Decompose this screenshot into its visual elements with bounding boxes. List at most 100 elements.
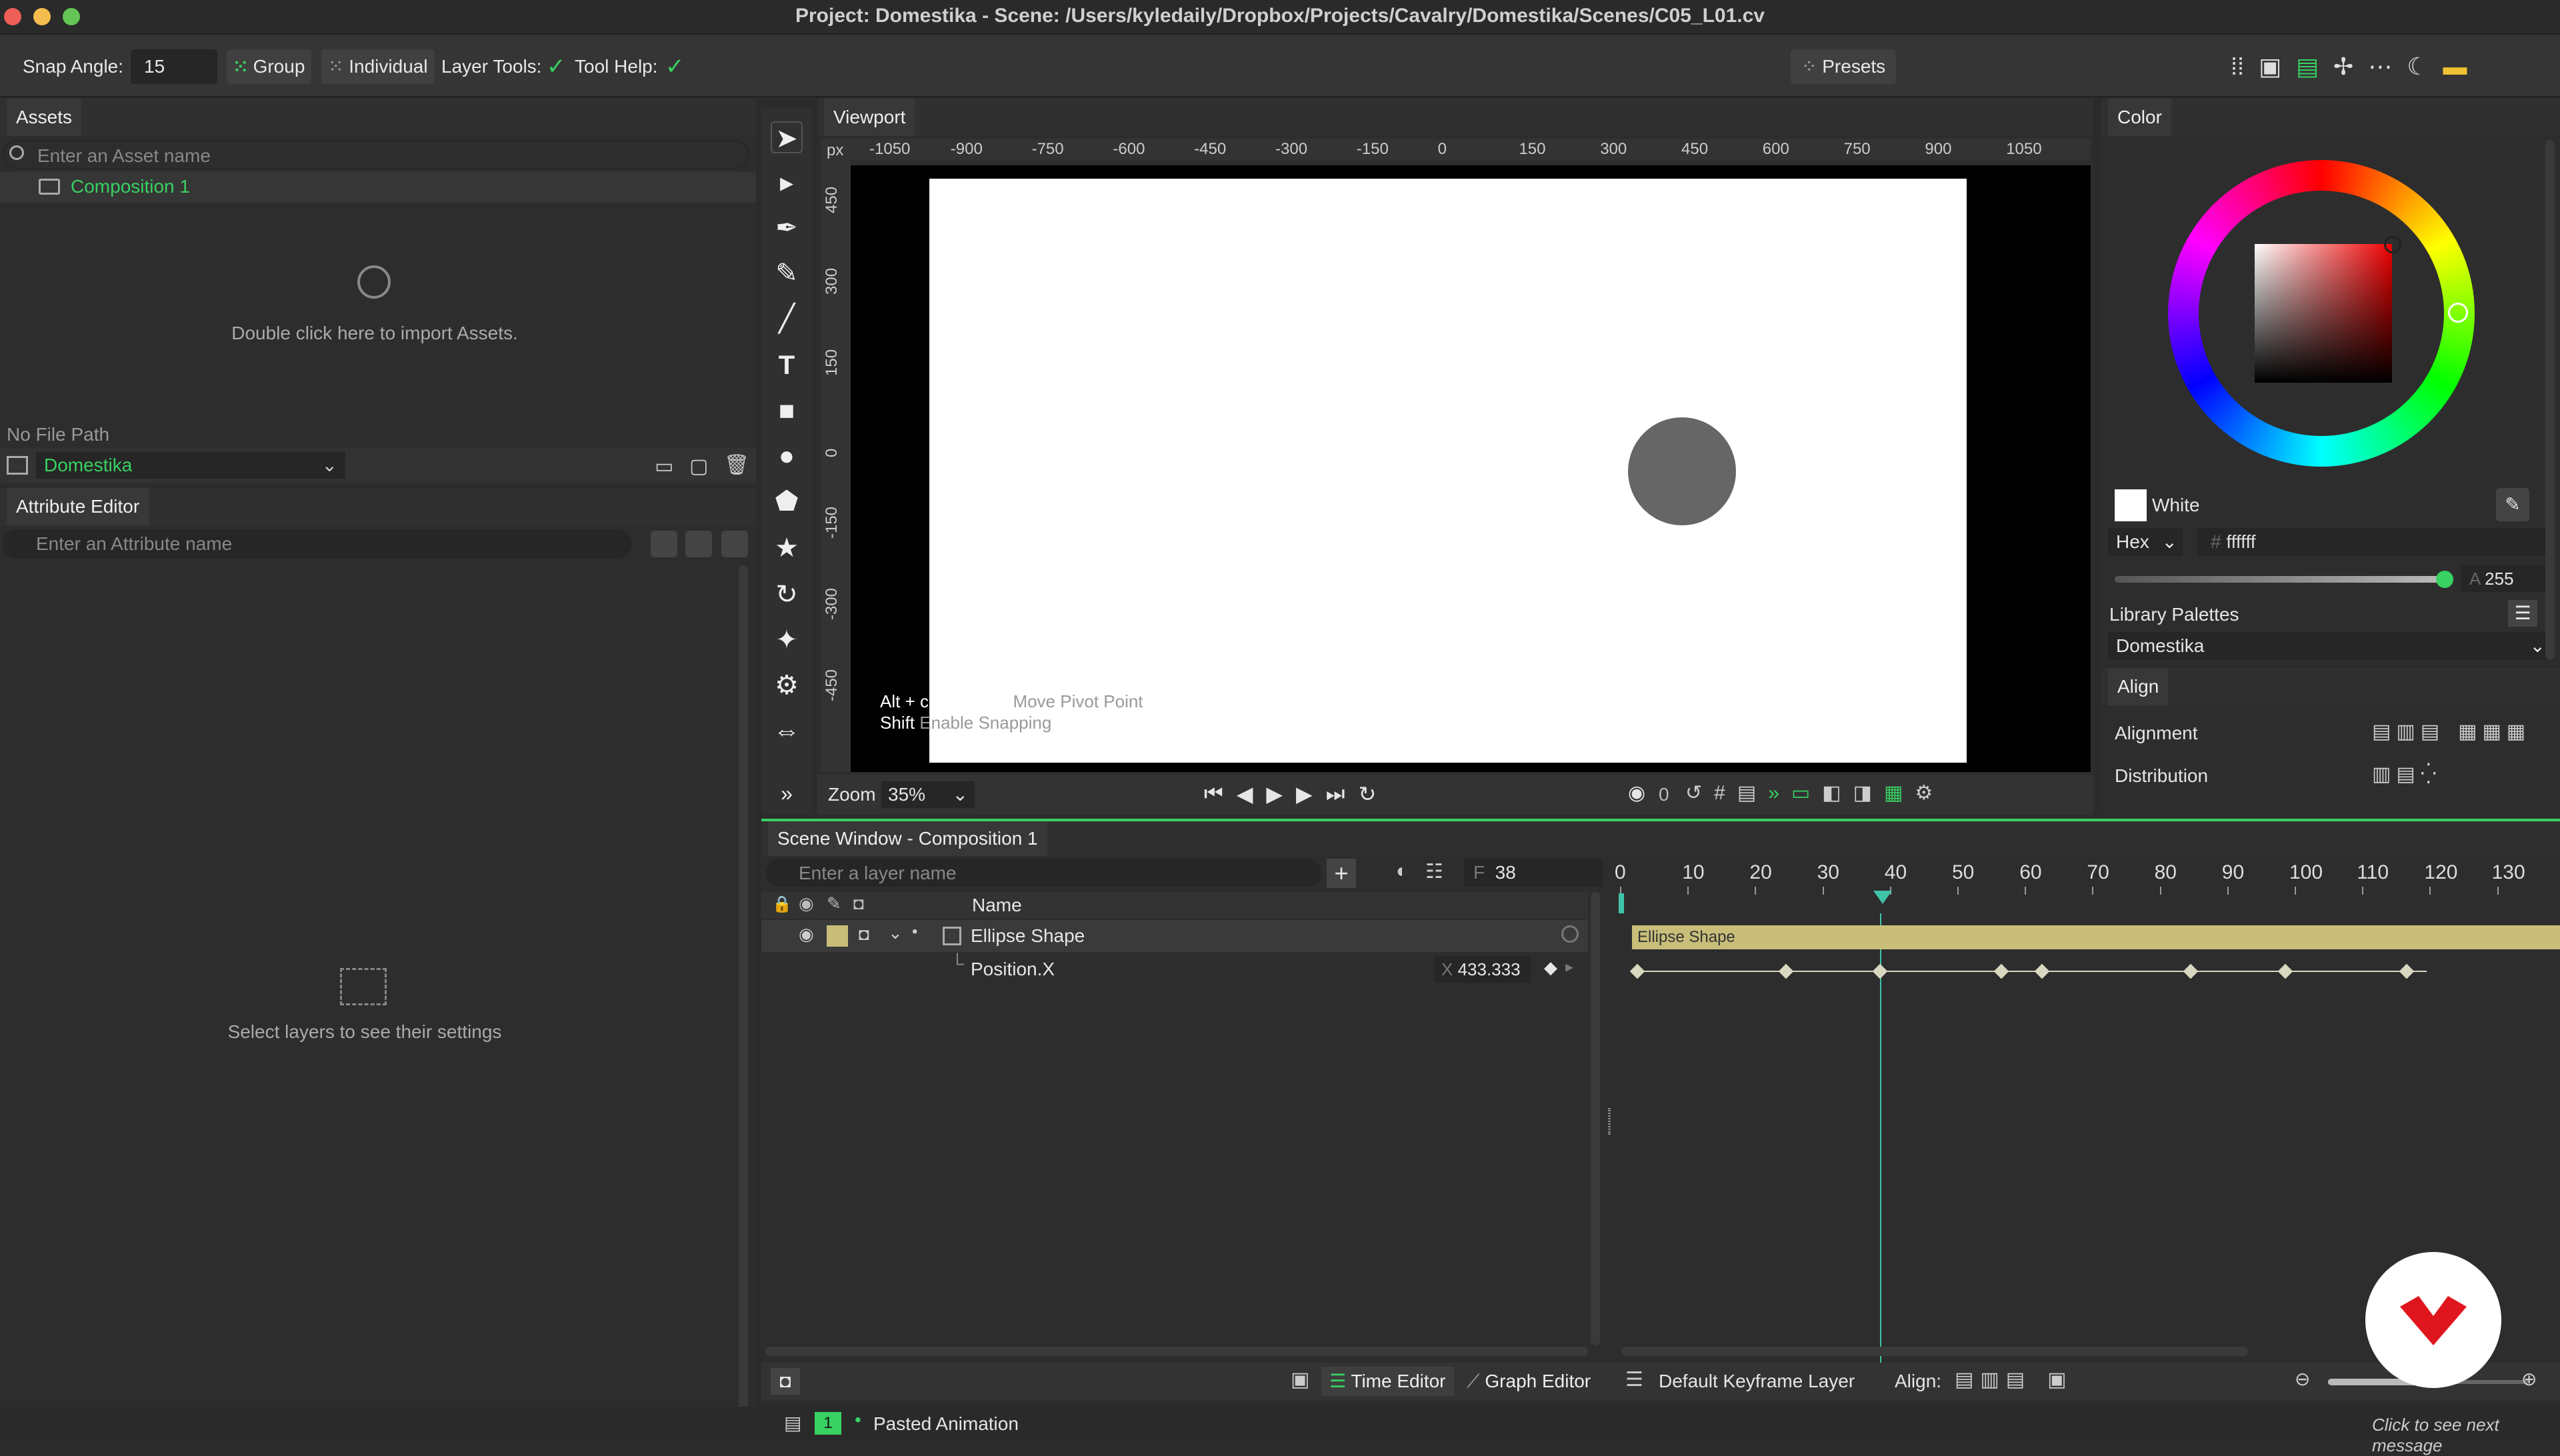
attribute-row[interactable]: └ Position.X X 433.333 ◆ ▸ xyxy=(761,953,1588,985)
asset-row[interactable]: Composition 1 xyxy=(0,172,756,203)
align-left-icon[interactable]: ▤ xyxy=(2296,49,2319,84)
keyframe[interactable] xyxy=(2183,963,2199,979)
align-left-edge-icon[interactable]: ▤ xyxy=(2372,720,2391,743)
distribute-scatter-icon[interactable]: ⁛ xyxy=(2421,763,2437,786)
color-scrollbar[interactable] xyxy=(2545,140,2555,660)
attribute-pick-button[interactable] xyxy=(651,531,677,557)
layer-search-input[interactable]: Enter a layer name xyxy=(765,859,1321,887)
group-toggle[interactable]: ⁙ Group xyxy=(227,49,312,84)
snap-angle-input[interactable]: 15 xyxy=(131,49,217,84)
overlay-icon[interactable]: ◧ xyxy=(1822,781,1841,805)
palette-select[interactable]: Domestika ⌄ xyxy=(2108,632,2553,660)
resize-tool-icon[interactable]: ⇔ xyxy=(771,715,803,747)
step-forward-icon[interactable]: ▶ xyxy=(1296,781,1313,807)
zoom-out-icon[interactable]: ⊖ xyxy=(2295,1368,2310,1390)
close-window-button[interactable] xyxy=(4,8,21,25)
fast-forward-icon[interactable]: » xyxy=(1768,782,1779,805)
saturation-handle[interactable] xyxy=(2384,236,2401,253)
grid-icon[interactable]: # xyxy=(1714,782,1725,805)
grid-dots-icon[interactable]: ⁞⁞ xyxy=(2231,49,2244,84)
text-tool-icon[interactable]: T xyxy=(771,349,803,381)
align-top-icon[interactable]: ▦ xyxy=(2458,720,2477,743)
alpha-handle[interactable] xyxy=(2436,571,2453,588)
frame-icon[interactable]: ▣ xyxy=(2259,49,2281,84)
layer-clip[interactable]: Ellipse Shape xyxy=(1632,925,2560,949)
keyframe[interactable] xyxy=(2034,963,2050,979)
color-swatch[interactable] xyxy=(2115,489,2147,521)
keyframe[interactable] xyxy=(1778,963,1793,979)
attribute-editor-tab[interactable]: Attribute Editor xyxy=(7,488,149,525)
ellipse-shape[interactable] xyxy=(1628,417,1736,525)
kf-fit-icon[interactable]: ▣ xyxy=(2047,1368,2066,1391)
rectangle-tool-icon[interactable]: ■ xyxy=(771,395,803,427)
attribute-value-input[interactable]: X 433.333 xyxy=(1435,956,1531,983)
bar-icon[interactable]: ▬ xyxy=(2443,49,2467,84)
play-icon[interactable]: ▶ xyxy=(1266,781,1283,807)
layout-icon[interactable]: ▤ xyxy=(1737,781,1756,805)
work-area-start[interactable] xyxy=(1619,893,1624,913)
frame-input[interactable]: F 38 xyxy=(1464,859,1603,887)
expand-tools-icon[interactable]: » xyxy=(771,777,803,809)
alpha-slider[interactable] xyxy=(2115,571,2453,588)
minimize-window-button[interactable] xyxy=(33,8,51,25)
layer-render-icon[interactable]: ◘ xyxy=(859,924,869,945)
zoom-select[interactable]: 35% ⌄ xyxy=(881,781,975,808)
hue-wheel[interactable] xyxy=(2168,160,2475,467)
align-v-center-icon[interactable]: ▦ xyxy=(2482,720,2501,743)
motion-icon[interactable]: ↺ xyxy=(1685,781,1702,805)
align-h-center-icon[interactable]: ▥ xyxy=(2396,720,2415,743)
viewport-settings-icon[interactable]: ⚙ xyxy=(1915,781,1933,805)
tool-help-checkbox[interactable]: ✓ xyxy=(665,49,685,84)
palette-menu-icon[interactable]: ☰ xyxy=(2508,600,2537,627)
direct-select-tool-icon[interactable]: ▸ xyxy=(771,167,803,199)
render-icon[interactable]: ◉ xyxy=(1628,781,1645,805)
kf-align-center-icon[interactable]: ▥ xyxy=(1980,1368,1999,1391)
graph-editor-button[interactable]: ⟋ Graph Editor xyxy=(1459,1367,1599,1396)
keyframe-layer-label[interactable]: Default Keyframe Layer xyxy=(1659,1371,1855,1392)
pen-tool-icon[interactable]: ✒ xyxy=(771,212,803,244)
align-right-edge-icon[interactable]: ▤ xyxy=(2421,720,2439,743)
polygon-tool-icon[interactable]: ⬟ xyxy=(771,485,803,517)
maximize-window-button[interactable] xyxy=(63,8,80,25)
saturation-square[interactable] xyxy=(2255,244,2392,383)
select-tool-icon[interactable]: ➤ xyxy=(771,121,803,153)
add-layer-icon[interactable]: + xyxy=(1327,859,1356,888)
go-end-icon[interactable]: ⏭ xyxy=(1326,781,1345,807)
distribute-h-icon[interactable]: ▥ xyxy=(2372,763,2391,786)
canvas-backdrop[interactable]: Alt + click + drag Move Pivot Point Shif… xyxy=(851,165,2091,772)
layer-row[interactable]: ◉ ◘ ⌄ • Ellipse Shape xyxy=(761,920,1588,952)
go-start-icon[interactable]: ⏮ xyxy=(1204,781,1223,807)
hue-handle[interactable] xyxy=(2448,303,2468,323)
attribute-scrollbar[interactable] xyxy=(739,565,748,1412)
attribute-add-button[interactable] xyxy=(685,531,712,557)
rotate-tool-icon[interactable]: ↻ xyxy=(771,579,803,611)
keyframe[interactable] xyxy=(2399,963,2414,979)
curve-icon[interactable]: ☾ xyxy=(2407,49,2428,84)
layer-expand-chevron-icon[interactable]: ⌄ xyxy=(888,923,903,943)
distribute-icon[interactable]: ✢ xyxy=(2333,49,2353,84)
trash-icon[interactable]: 🗑 xyxy=(724,453,749,477)
timeline-ruler[interactable]: 0 10 20 30 40 50 60 70 80 90 100 110 120 130 xyxy=(1613,856,2560,913)
zoom-in-icon[interactable]: ⊕ xyxy=(2521,1368,2537,1390)
keyframe[interactable] xyxy=(1629,963,1645,979)
step-back-icon[interactable]: ◀ xyxy=(1237,781,1253,807)
frame-fit-icon[interactable]: ▣ xyxy=(1291,1368,1309,1391)
distribute-v-icon[interactable]: ▤ xyxy=(2396,763,2415,786)
more-icon[interactable]: ⋯ xyxy=(2368,49,2392,84)
alpha-input[interactable]: A 255 xyxy=(2461,565,2551,592)
layer-list-h-scrollbar[interactable] xyxy=(765,1347,1588,1356)
next-keyframe-icon[interactable]: ▸ xyxy=(1565,957,1573,977)
folder-icon[interactable]: ▭ xyxy=(655,455,673,478)
loop-icon[interactable]: ↻ xyxy=(1358,781,1376,807)
presets-button[interactable]: ⁘ Presets xyxy=(1791,49,1897,84)
align-bottom-icon[interactable]: ▦ xyxy=(2507,720,2525,743)
keyframe[interactable] xyxy=(2277,963,2293,979)
mask-icon[interactable]: ◨ xyxy=(1853,781,1872,805)
sparkle-tool-icon[interactable]: ✦ xyxy=(771,624,803,656)
composition-canvas[interactable] xyxy=(929,179,1967,763)
align-tab[interactable]: Align xyxy=(2108,668,2169,705)
keyframe[interactable] xyxy=(1872,963,1888,979)
layer-tools-checkbox[interactable]: ✓ xyxy=(547,49,566,84)
next-message-link[interactable]: Click to see next message xyxy=(2372,1415,2560,1456)
layer-solo-icon[interactable] xyxy=(1561,925,1579,943)
